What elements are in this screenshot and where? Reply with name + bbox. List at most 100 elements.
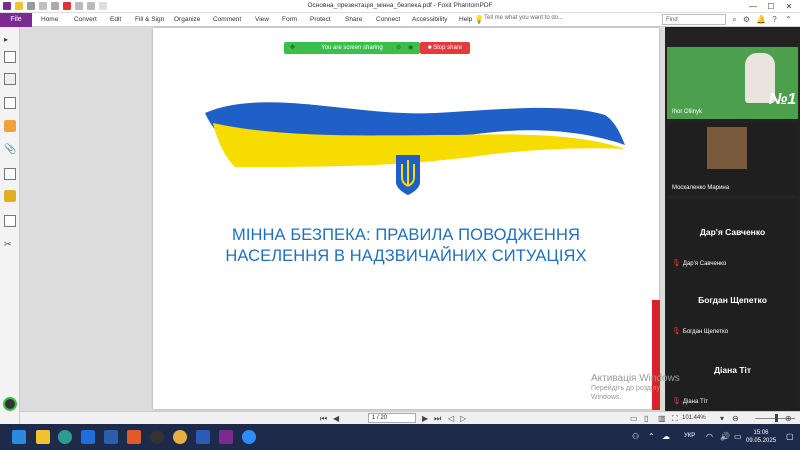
app-icon-orange[interactable] — [127, 430, 141, 444]
help-icon[interactable]: ? — [770, 15, 779, 24]
collapse-ribbon-icon[interactable]: ⌃ — [784, 15, 793, 24]
battery-icon[interactable]: ▭ — [734, 432, 742, 441]
zoom-slider-handle[interactable] — [775, 414, 778, 422]
next-page-icon[interactable]: ▶ — [422, 414, 428, 423]
clock[interactable]: 15:06 09.05.2025 — [746, 429, 776, 445]
zoom-out-icon[interactable]: ⊖ — [732, 414, 739, 423]
app-icon-dark[interactable] — [150, 430, 164, 444]
participant-thumbnail — [707, 127, 747, 169]
participant-display-name: Діана Тіт — [713, 365, 752, 375]
clock-time: 15:06 — [753, 430, 769, 436]
stop-share-button[interactable]: ■ Stop share — [420, 42, 470, 54]
shield-icon[interactable]: ◉ — [408, 42, 413, 54]
previous-page-icon[interactable]: ◀ — [333, 414, 339, 423]
close-button[interactable]: ✕ — [780, 0, 798, 13]
store-icon[interactable] — [81, 430, 95, 444]
bookmarks-icon[interactable] — [4, 51, 16, 63]
last-page-icon[interactable]: ⏭ — [434, 414, 441, 424]
edit-pen-icon[interactable] — [3, 397, 17, 411]
attachment-icon[interactable]: 📎 — [4, 144, 16, 156]
activation-watermark: Активація Windows Перейдіть до розділу W… — [591, 373, 680, 402]
facing-page-icon[interactable]: ▥ — [658, 414, 666, 423]
file-explorer-icon[interactable] — [36, 430, 50, 444]
first-page-icon[interactable]: ⏮ — [320, 414, 327, 424]
comments-icon[interactable] — [4, 120, 16, 132]
previous-view-icon[interactable]: ◁ — [448, 414, 454, 423]
clock-date: 09.05.2025 — [746, 438, 777, 444]
menu-comment[interactable]: Comment — [213, 16, 241, 23]
minimize-button[interactable]: — — [744, 0, 762, 13]
wifi-icon[interactable]: ◠ — [706, 432, 713, 441]
menu-share[interactable]: Share — [345, 16, 362, 23]
menu-fill-sign[interactable]: Fill & Sign — [135, 16, 164, 23]
badge-number: №1 — [769, 91, 797, 108]
tell-me-input[interactable]: Tell me what you want to do... — [484, 15, 654, 25]
stop-icon: ■ — [427, 45, 432, 51]
muted-mic-icon: 🎙 — [672, 328, 681, 335]
layers-icon[interactable] — [4, 97, 16, 109]
foxit-icon[interactable] — [219, 430, 233, 444]
search-icon[interactable]: ⌕ — [730, 15, 739, 24]
page-navigation-bar: ⏮ ◀ 1 / 20 ▶ ⏭ ◁ ▷ ▭ ▯ ▥ ⛶ 101.44% ▾ ⊖ ⊕ — [20, 411, 800, 424]
muted-mic-icon: 🎙 — [672, 260, 681, 267]
drag-handle-icon[interactable]: ✥ — [290, 42, 295, 54]
continuous-page-icon[interactable]: ▯ — [644, 414, 648, 423]
maximize-button[interactable]: ☐ — [762, 0, 780, 13]
fit-page-icon[interactable]: ⛶ — [672, 414, 678, 424]
word-icon[interactable] — [196, 430, 210, 444]
menu-help[interactable]: Help — [459, 16, 472, 23]
page-number-input[interactable]: 1 / 20 — [368, 413, 416, 423]
people-icon[interactable]: ⚇ — [632, 432, 639, 441]
participant-tile[interactable]: Діана Тіт 🎙 Діана Тіт — [667, 337, 798, 409]
pdf-page[interactable] — [153, 28, 659, 409]
menu-form[interactable]: Form — [282, 16, 297, 23]
participant-tile[interactable]: Дар'я Савченко 🎙 Дар'я Савченко — [667, 199, 798, 271]
slide-title: МІННА БЕЗПЕКА: ПРАВИЛА ПОВОДЖЕННЯ НАСЕЛЕ… — [196, 225, 616, 267]
menu-convert[interactable]: Convert — [74, 16, 97, 23]
slide-title-line-1: МІННА БЕЗПЕКА: ПРАВИЛА ПОВОДЖЕННЯ — [232, 226, 580, 244]
next-view-icon[interactable]: ▷ — [460, 414, 466, 423]
tools-icon[interactable]: ✂ — [4, 239, 16, 251]
cloud-icon[interactable]: ☁ — [662, 432, 670, 441]
participants-panel: №1 Ihor Oliinyk Москаленко Марина Дар'я … — [665, 27, 800, 411]
edge-browser-icon[interactable] — [58, 430, 72, 444]
zoom-in-icon[interactable]: ⊕ — [785, 414, 792, 423]
chrome-icon[interactable] — [173, 430, 187, 444]
find-input[interactable]: Find — [662, 14, 726, 25]
screen-share-bar: ✥ You are screen sharing ⊘ ◉ ■ Stop shar… — [284, 42, 470, 54]
participant-tile[interactable]: Богдан Щепетко 🎙 Богдан Щепетко — [667, 267, 798, 339]
participant-video-tile[interactable]: Москаленко Марина — [667, 123, 798, 195]
menu-organize[interactable]: Organize — [174, 16, 200, 23]
zoom-app-icon[interactable] — [242, 430, 256, 444]
app-icon-blue[interactable] — [104, 430, 118, 444]
single-page-icon[interactable]: ▭ — [630, 414, 638, 423]
expand-panel-icon[interactable]: ▸ — [4, 35, 16, 47]
menu-file[interactable]: File — [0, 13, 32, 27]
participant-name: Москаленко Марина — [672, 185, 730, 191]
menu-accessibility[interactable]: Accessibility — [412, 16, 447, 23]
menu-protect[interactable]: Protect — [310, 16, 331, 23]
trident-emblem-icon — [396, 155, 420, 195]
pages-icon[interactable] — [4, 73, 16, 85]
notification-icon[interactable]: 🔔 — [756, 15, 766, 24]
gear-icon[interactable]: ⚙ — [742, 15, 751, 24]
menu-view[interactable]: View — [255, 16, 269, 23]
security-lock-icon[interactable] — [4, 190, 16, 202]
show-hidden-icons-icon[interactable]: ⌃ — [648, 432, 655, 441]
zoom-level[interactable]: 101.44% — [682, 415, 706, 421]
pause-share-icon[interactable]: ⊘ — [396, 42, 401, 54]
content-icon[interactable] — [4, 215, 16, 227]
zoom-dropdown-icon[interactable]: ▾ — [720, 414, 724, 423]
participant-name: Діана Тіт — [682, 399, 708, 405]
volume-icon[interactable]: 🔊 — [720, 432, 730, 441]
participant-video-tile[interactable]: №1 Ihor Oliinyk — [667, 47, 798, 119]
notifications-icon[interactable]: ▢ — [786, 432, 794, 441]
navigation-panel: ▸ 📎 ✂ — [0, 27, 20, 427]
menu-home[interactable]: Home — [41, 16, 58, 23]
signature-icon[interactable] — [4, 168, 16, 180]
start-windows-icon[interactable] — [12, 430, 26, 444]
menu-connect[interactable]: Connect — [376, 16, 400, 23]
window-title: Основна_презентація_мінна_безпека.pdf - … — [307, 2, 493, 9]
language-indicator[interactable]: УКР — [684, 433, 695, 439]
menu-edit[interactable]: Edit — [110, 16, 121, 23]
